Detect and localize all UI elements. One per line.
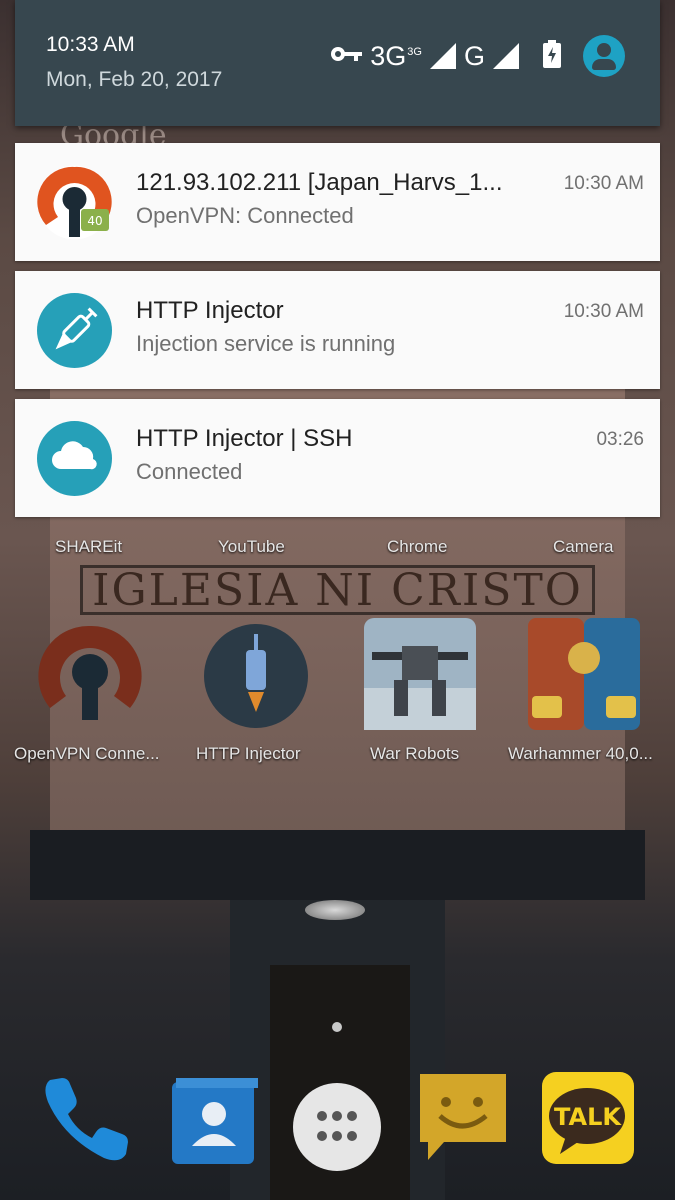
app-label-warhammer[interactable]: Warhammer 40,0... [508,744,653,764]
injector-icon [37,293,112,368]
network-type-3g: 3G3G [370,40,422,71]
notification-subtitle: Injection service is running [136,331,396,356]
notification-openvpn[interactable]: 40 121.93.102.211 [Japan_Harvs_1... Open… [15,143,660,261]
status-icons: 3G3G G [330,35,625,77]
church-sign: IGLESIA NI CRISTO [80,565,595,616]
phone-icon[interactable] [38,1072,133,1167]
signal-icon-2 [493,43,519,69]
network-type-g: G [463,40,485,71]
http-injector-app-icon[interactable] [200,620,312,732]
openvpn-icon: 40 [37,165,112,240]
app-label-http-injector[interactable]: HTTP Injector [196,744,301,764]
cloud-icon [37,421,112,496]
app-label-war-robots[interactable]: War Robots [370,744,459,764]
app-label-shareit[interactable]: SHAREit [55,537,122,557]
clock-time: 10:33 AM [46,33,135,56]
notification-time: 10:30 AM [563,301,644,322]
war-robots-app-icon[interactable] [364,618,476,730]
notification-time: 10:30 AM [563,173,644,194]
account-avatar-icon[interactable] [583,35,625,77]
notification-http-injector-ssh[interactable]: HTTP Injector | SSH Connected 03:26 [15,399,660,517]
kakaotalk-label: TALK [554,1103,621,1131]
openvpn-app-icon[interactable] [34,620,146,732]
contacts-icon[interactable] [168,1074,263,1169]
clock-date[interactable]: Mon, Feb 20, 2017 [46,68,222,92]
notification-title: 121.93.102.211 [Japan_Harvs_1... [136,169,503,196]
notification-title: HTTP Injector [136,297,284,324]
entrance-lamp [305,900,365,920]
svg-text:40: 40 [87,214,102,228]
app-label-chrome[interactable]: Chrome [387,537,447,557]
signal-icon [429,43,456,69]
kakaotalk-icon[interactable]: TALK [540,1070,635,1165]
notification-time: 03:26 [596,429,644,450]
notification-http-injector[interactable]: HTTP Injector Injection service is runni… [15,271,660,389]
warhammer-app-icon[interactable] [528,618,640,730]
app-drawer-icon[interactable] [290,1080,385,1175]
page-indicator-dot [332,1022,342,1032]
church-roof [30,830,645,900]
app-label-youtube[interactable]: YouTube [218,537,285,557]
messaging-icon[interactable] [416,1070,511,1165]
notification-subtitle: Connected [136,459,243,484]
app-label-camera[interactable]: Camera [553,537,613,557]
vpn-key-icon [330,45,363,68]
app-label-openvpn[interactable]: OpenVPN Conne... [14,744,160,764]
notification-subtitle: OpenVPN: Connected [136,203,354,228]
notification-title: HTTP Injector | SSH [136,425,353,452]
battery-charging-icon [543,39,561,73]
